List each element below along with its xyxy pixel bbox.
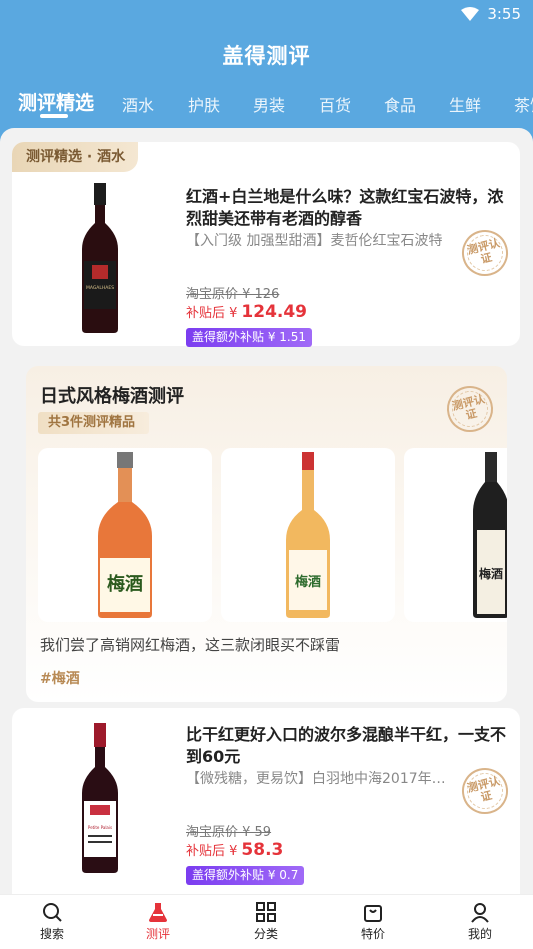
flask-icon: [149, 903, 167, 922]
search-icon: [43, 903, 62, 922]
evaluation-thumbnails[interactable]: 梅酒 梅酒 梅酒: [38, 448, 507, 622]
product-image: Petite Palais: [24, 722, 176, 874]
nav-label: 我的: [467, 927, 492, 941]
tab-skincare[interactable]: 护肤: [188, 92, 220, 116]
tab-featured[interactable]: 测评精选: [18, 88, 94, 115]
user-icon: [471, 903, 489, 923]
bag-icon: [364, 905, 382, 922]
port-bottle-image: MAGALHAES: [82, 183, 118, 333]
product-desc: 【微残糖，更易饮】白羽地中海2017年半干红: [186, 771, 446, 787]
red-wine-bottle-image: Petite Palais: [82, 723, 118, 873]
nav-label: 搜索: [39, 927, 64, 941]
svg-text:梅酒: 梅酒: [107, 573, 143, 595]
tab-tea[interactable]: 茶饮: [514, 92, 533, 116]
subsidized-price: 补贴后 ¥ 124.49: [186, 302, 307, 322]
tab-general[interactable]: 百货: [319, 92, 351, 116]
feed[interactable]: 测评精选 · 酒水 MAGALHAES 红酒+白兰地是什么味？这款红宝石波特，浓…: [0, 128, 533, 894]
plum-wine-bottle-image: 梅酒: [286, 452, 330, 618]
evaluation-hashtag[interactable]: #梅酒: [40, 668, 80, 688]
plum-wine-bottle-image: 梅酒: [98, 452, 152, 618]
svg-text:梅酒: 梅酒: [295, 574, 321, 590]
nav-search[interactable]: 搜索: [22, 901, 82, 942]
tab-menswear[interactable]: 男装: [253, 92, 285, 116]
app-title: 盖得测评: [222, 44, 311, 68]
wifi-icon: [461, 7, 480, 21]
subsidized-price: 补贴后 ¥ 58.3: [186, 840, 283, 860]
product-desc: 【入门级 加强型甜酒】麦哲伦红宝石波特: [186, 233, 443, 249]
bottom-nav: 搜索 测评 分类 特价 我的: [0, 894, 533, 949]
nav-label: 分类: [253, 927, 278, 941]
subsidized-value: 58.3: [241, 840, 284, 860]
nav-evaluation[interactable]: 测评: [128, 901, 188, 942]
original-price: 淘宝原价 ¥ 59: [186, 825, 272, 840]
svg-text:Petite Palais: Petite Palais: [88, 825, 112, 830]
evaluation-card[interactable]: 日式风格梅酒测评 共3件测评精品 测评认证 梅酒 梅酒 梅酒 我们尝了高销网红梅…: [26, 366, 507, 702]
subsidized-label: 补贴后 ¥: [186, 306, 238, 321]
nav-deals[interactable]: 特价: [343, 901, 403, 942]
svg-text:梅酒: 梅酒: [479, 566, 503, 581]
extra-subsidy-badge: 盖得额外补贴 ¥ 0.7: [186, 866, 305, 885]
category-tabs: 测评精选 酒水 护肤 男装 百货 食品 生鲜 茶饮: [0, 86, 533, 122]
tab-food[interactable]: 食品: [384, 92, 416, 116]
subsidized-label: 补贴后 ¥: [186, 844, 238, 859]
original-price: 淘宝原价 ¥ 126: [186, 287, 280, 302]
evaluation-summary: 我们尝了高销网红梅酒，这三款闭眼买不踩雷: [40, 636, 341, 654]
product-card[interactable]: Petite Palais 比干红更好入口的波尔多混酿半干红，一支不到60元 【…: [12, 708, 520, 894]
nav-label: 特价: [360, 927, 385, 941]
status-time: 3:55: [487, 5, 521, 23]
plum-wine-bottle-image: 梅酒: [473, 452, 507, 618]
status-bar: 3:55: [461, 4, 521, 24]
evaluation-count-badge: 共3件测评精品: [38, 412, 150, 434]
product-title[interactable]: 红酒+白兰地是什么味？这款红宝石波特，浓烈甜美还带有老酒的醇香: [186, 186, 506, 230]
certified-stamp-icon: 测评认证: [457, 225, 513, 281]
evaluation-title: 日式风格梅酒测评: [40, 386, 184, 407]
active-tab-indicator: [40, 114, 68, 118]
grid-icon: [256, 902, 276, 922]
certified-stamp-icon: 测评认证: [442, 381, 498, 437]
nav-category[interactable]: 分类: [236, 901, 296, 942]
svg-text:MAGALHAES: MAGALHAES: [86, 285, 114, 291]
tab-liquor[interactable]: 酒水: [122, 92, 154, 116]
thumbnail-2[interactable]: 梅酒: [221, 448, 395, 622]
nav-profile[interactable]: 我的: [450, 901, 510, 942]
product-title[interactable]: 比干红更好入口的波尔多混酿半干红，一支不到60元: [186, 724, 506, 768]
extra-subsidy-badge: 盖得额外补贴 ¥ 1.51: [186, 328, 312, 347]
thumbnail-1[interactable]: 梅酒: [38, 448, 212, 622]
nav-label: 测评: [145, 927, 170, 941]
certified-stamp-icon: 测评认证: [457, 763, 513, 819]
product-image: MAGALHAES: [24, 182, 176, 334]
thumbnail-3[interactable]: 梅酒: [404, 448, 507, 622]
source-tag: 测评精选 · 酒水: [12, 142, 138, 172]
tab-fresh[interactable]: 生鲜: [449, 92, 481, 116]
product-card[interactable]: 测评精选 · 酒水 MAGALHAES 红酒+白兰地是什么味？这款红宝石波特，浓…: [12, 142, 520, 347]
subsidized-value: 124.49: [241, 302, 308, 322]
